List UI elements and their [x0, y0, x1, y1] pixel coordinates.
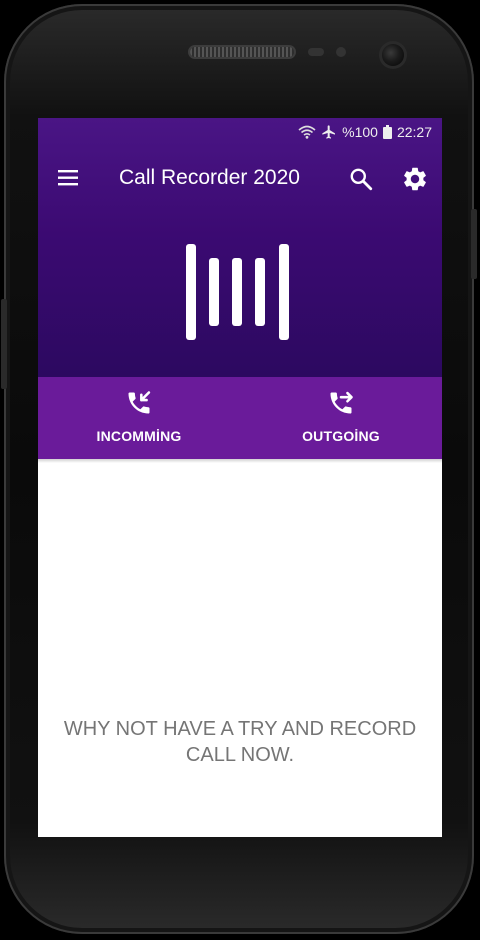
tab-outgoing-label: OUTGOİNG [302, 428, 380, 444]
power-button [471, 209, 477, 279]
volume-button [1, 299, 7, 389]
empty-state-line-2: CALL NOW. [185, 744, 295, 766]
app-logo-soundwave-icon [183, 244, 295, 340]
tab-incoming[interactable]: INCOMMİNG [38, 377, 240, 459]
status-time: 22:27 [396, 124, 432, 140]
settings-gear-icon [404, 167, 426, 191]
search-icon [350, 168, 373, 191]
battery-icon [382, 125, 392, 139]
proximity-sensor [308, 48, 324, 56]
outgoing-call-icon [327, 389, 355, 417]
app-header: %100 22:27 Call Recorder 2020 [38, 118, 442, 377]
empty-state-line-1: WHY NOT HAVE A TRY AND RECORD [63, 718, 417, 740]
status-bar: %100 22:27 [38, 118, 442, 146]
airplane-icon [321, 124, 337, 140]
tab-outgoing[interactable]: OUTGOİNG [240, 377, 442, 459]
menu-button[interactable] [56, 166, 82, 190]
empty-state-message: WHY NOT HAVE A TRY AND RECORD CALL NOW. [38, 716, 442, 768]
menu-icon [58, 170, 78, 186]
wifi-icon [298, 125, 316, 139]
app-screen: %100 22:27 Call Recorder 2020 INCOMMİNG … [38, 118, 442, 837]
call-tabs: INCOMMİNG OUTGOİNG [38, 377, 442, 459]
tab-incoming-label: INCOMMİNG [96, 428, 182, 444]
app-title: Call Recorder 2020 [119, 166, 300, 189]
search-button[interactable] [348, 166, 374, 192]
earpiece-speaker [190, 47, 294, 57]
incoming-call-icon [125, 389, 153, 417]
settings-button[interactable] [401, 165, 429, 193]
light-sensor [336, 47, 346, 57]
front-camera [382, 44, 404, 66]
battery-percent: %100 [342, 124, 378, 140]
status-icons: %100 22:27 [298, 124, 432, 140]
app-toolbar: Call Recorder 2020 [38, 154, 442, 202]
tabs-shadow [38, 459, 442, 463]
